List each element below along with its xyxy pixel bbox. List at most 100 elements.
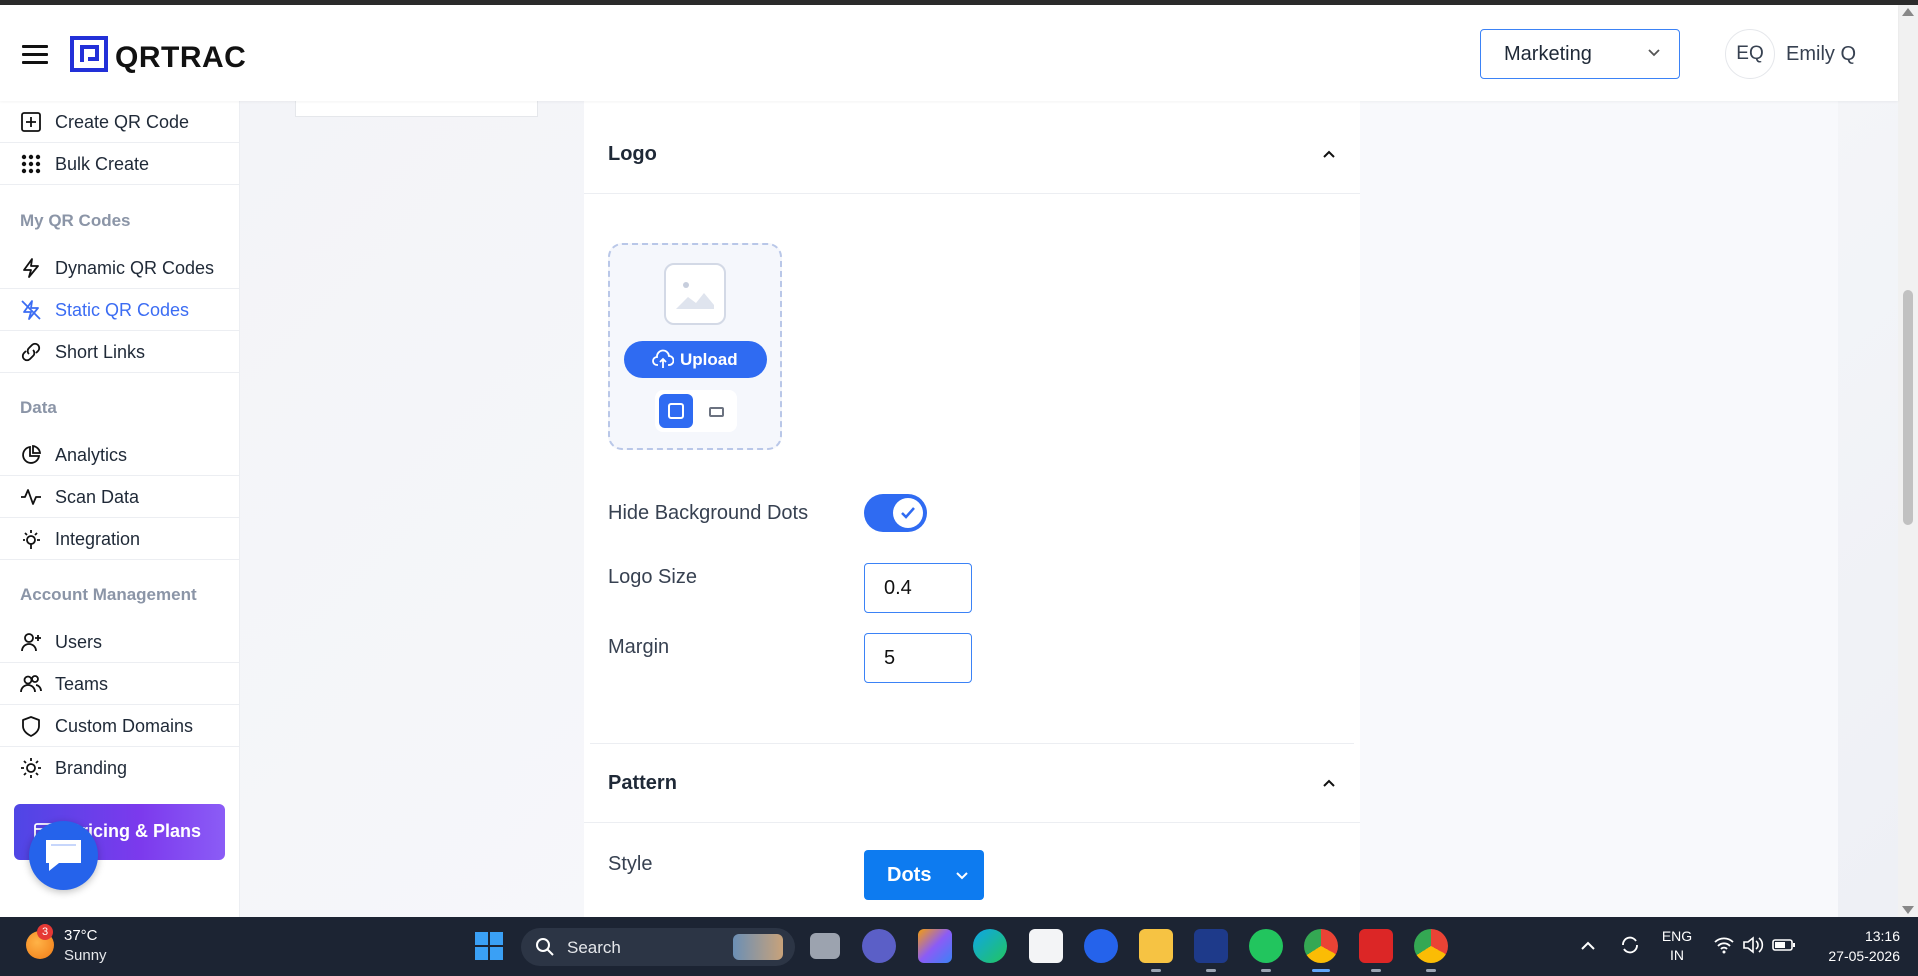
rectangle-shape-button[interactable] <box>699 394 733 428</box>
margin-input[interactable] <box>864 633 972 683</box>
team-select-value: Marketing <box>1504 43 1592 65</box>
sidebar-item-scan-data[interactable]: Scan Data <box>0 476 239 518</box>
sidebar-item-label: Static QR Codes <box>55 300 190 320</box>
logo-upload-dropzone[interactable]: Upload <box>608 243 782 450</box>
sidebar-item-static-qr-codes[interactable]: Static QR Codes <box>0 289 239 331</box>
help-icon[interactable] <box>1084 929 1118 963</box>
acrobat-icon[interactable] <box>1359 929 1393 963</box>
volume-icon[interactable] <box>1742 936 1764 954</box>
app-name: QRTRAC <box>115 41 247 74</box>
sidebar-item-analytics[interactable]: Analytics <box>0 434 239 476</box>
battery-icon[interactable] <box>1772 937 1796 953</box>
check-icon <box>901 507 915 519</box>
sun-icon <box>21 758 41 778</box>
qr-settings-form: Logo Upload Hide Background Dots Logo Si… <box>584 101 1360 917</box>
plug-icon <box>23 530 40 549</box>
scroll-down-icon[interactable] <box>1902 906 1914 914</box>
avatar[interactable]: EQ <box>1725 29 1775 79</box>
qrtrac-logo-icon <box>70 36 108 72</box>
sidebar-section-account-management: Account Management <box>20 585 197 604</box>
whatsapp-icon[interactable] <box>1249 929 1283 963</box>
sidebar-item-label: Integration <box>55 529 141 549</box>
menu-icon[interactable] <box>22 45 48 65</box>
chrome-icon[interactable] <box>1304 929 1338 963</box>
image-placeholder-icon <box>664 263 726 325</box>
sidebar-item-bulk-create[interactable]: Bulk Create <box>0 143 239 185</box>
sidebar-item-teams[interactable]: Teams <box>0 663 239 705</box>
sidebar-item-label: Custom Domains <box>55 716 194 736</box>
search-highlight-image <box>733 934 783 960</box>
team-select[interactable]: Marketing <box>1480 29 1680 79</box>
sidebar-item-label: Analytics <box>55 445 128 465</box>
chat-widget-button[interactable] <box>29 821 98 890</box>
style-dropdown[interactable]: Dots <box>864 850 984 900</box>
link-icon <box>21 342 41 362</box>
sync-icon[interactable] <box>1619 934 1641 956</box>
file-explorer-icon[interactable] <box>1139 929 1173 963</box>
start-icon[interactable] <box>472 929 506 963</box>
sidebar-item-branding[interactable]: Branding <box>0 747 239 789</box>
copilot-icon[interactable] <box>918 929 952 963</box>
chrome-icon[interactable] <box>1414 929 1448 963</box>
chevron-up-icon <box>1323 779 1335 787</box>
upload-button[interactable]: Upload <box>624 341 767 378</box>
sidebar-item-custom-domains[interactable]: Custom Domains <box>0 705 239 747</box>
cloud-upload-icon <box>652 349 674 368</box>
logo-size-input[interactable] <box>864 563 972 613</box>
running-indicator <box>1261 969 1271 972</box>
weather-desc[interactable]: Sunny <box>64 947 107 964</box>
hide-background-dots-toggle[interactable] <box>864 494 927 532</box>
sidebar-item-short-links[interactable]: Short Links <box>0 331 239 373</box>
qr-preview-panel <box>1360 101 1838 917</box>
teams-icon[interactable] <box>862 929 896 963</box>
wifi-icon[interactable] <box>1713 936 1735 954</box>
sidebar-item-label: Short Links <box>55 342 146 362</box>
pie-chart-icon <box>22 444 42 464</box>
language-code[interactable]: ENG <box>1659 928 1695 944</box>
edge-icon[interactable] <box>973 929 1007 963</box>
tray-expand-icon[interactable] <box>1580 939 1596 951</box>
sidebar-item-label: Branding <box>55 758 128 778</box>
upload-label: Upload <box>680 350 738 369</box>
logo-section-header[interactable]: Logo <box>584 115 1360 194</box>
running-indicator <box>1206 969 1216 972</box>
style-label: Style <box>608 853 653 875</box>
task-view-icon[interactable] <box>810 933 840 959</box>
sidebar-item-label: Create QR Code <box>55 112 190 132</box>
user-name[interactable]: Emily Q <box>1786 43 1856 66</box>
clock-time[interactable]: 13:16 <box>1810 928 1900 944</box>
lightning-off-icon <box>21 300 41 320</box>
sidebar-section-data: Data <box>20 398 57 417</box>
rectangle-icon <box>709 407 724 417</box>
running-indicator <box>1371 969 1381 972</box>
section-title: Logo <box>608 143 657 165</box>
logo-size-label: Logo Size <box>608 566 697 588</box>
scroll-up-icon[interactable] <box>1902 8 1914 16</box>
app-header: QRTRAC Marketing EQ Emily Q <box>0 5 1898 101</box>
square-icon <box>668 403 684 419</box>
sidebar-item-create-qr-code[interactable]: Create QR Code <box>0 101 239 143</box>
grid-dots-icon <box>21 154 41 174</box>
weather-badge: 3 <box>37 924 53 940</box>
sidebar-item-users[interactable]: Users <box>0 621 239 663</box>
arc-icon[interactable] <box>1194 929 1228 963</box>
sidebar-item-label: Scan Data <box>55 487 140 507</box>
clock-date[interactable]: 27-05-2026 <box>1810 948 1900 964</box>
pattern-section-header[interactable]: Pattern <box>584 744 1360 823</box>
hide-background-dots-label: Hide Background Dots <box>608 502 809 524</box>
shield-icon <box>22 716 40 737</box>
taskbar-search[interactable]: Search <box>521 928 795 966</box>
language-region[interactable]: IN <box>1659 947 1695 963</box>
weather-temp[interactable]: 37°C <box>64 927 98 944</box>
sidebar-item-label: Dynamic QR Codes <box>55 258 215 278</box>
chevron-up-icon <box>1323 150 1335 158</box>
lightning-icon <box>23 258 39 278</box>
style-dropdown-value: Dots <box>887 864 932 886</box>
sidebar-item-label: Users <box>55 632 103 652</box>
store-icon[interactable] <box>1029 929 1063 963</box>
square-shape-button[interactable] <box>659 394 693 428</box>
sidebar-item-integration[interactable]: Integration <box>0 518 239 560</box>
scrollbar-thumb[interactable] <box>1903 290 1913 525</box>
page-scrollbar[interactable] <box>1898 5 1918 917</box>
sidebar-item-dynamic-qr-codes[interactable]: Dynamic QR Codes <box>0 247 239 289</box>
